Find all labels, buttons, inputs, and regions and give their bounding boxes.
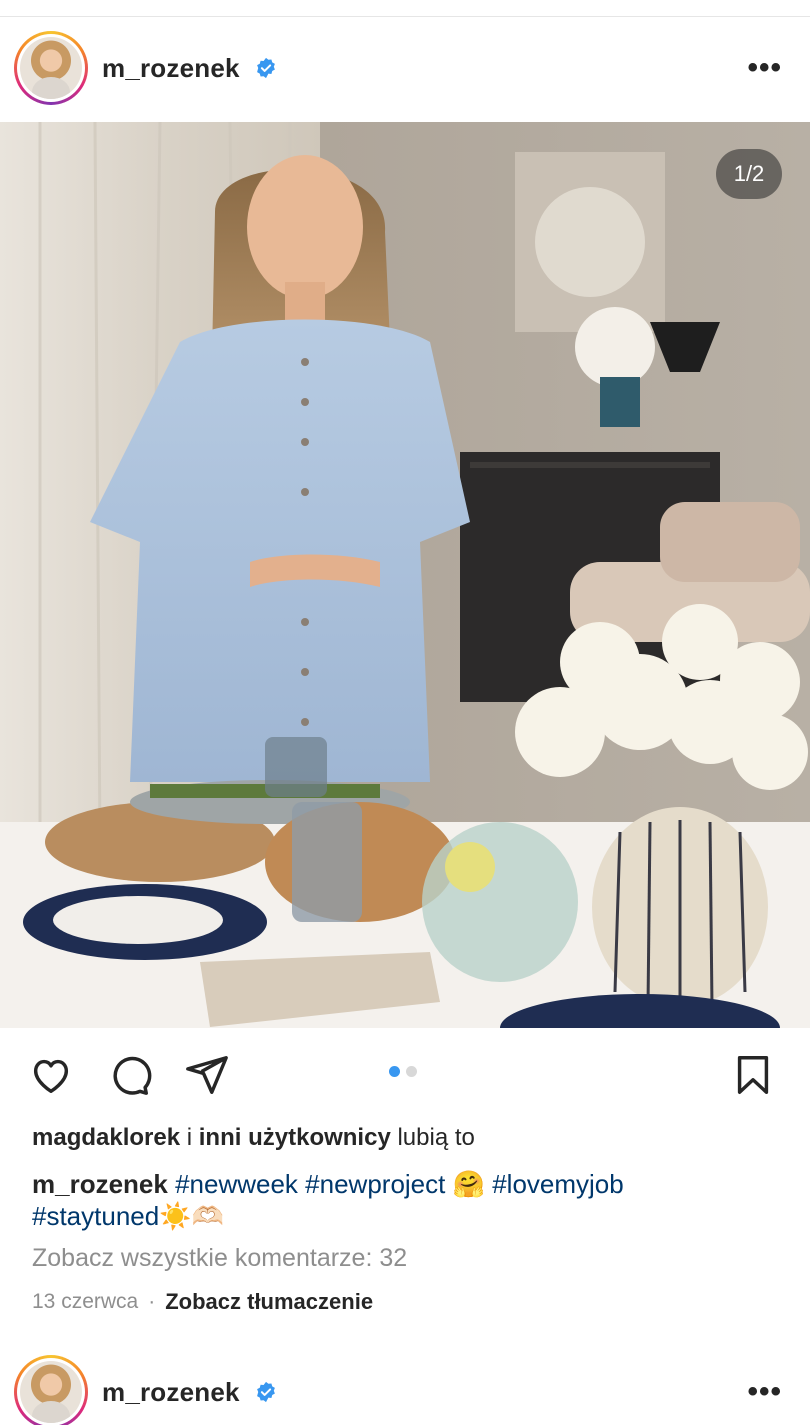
post-username[interactable]: m_rozenek <box>102 1377 240 1408</box>
verified-badge-icon <box>257 1381 275 1403</box>
post-date: 13 czerwca <box>32 1290 139 1313</box>
emoji-hug: 🤗 <box>452 1169 485 1199</box>
likes-others[interactable]: inni użytkownicy <box>199 1124 391 1151</box>
post-meta: 13 czerwca · Zobacz tłumaczenie <box>32 1289 373 1315</box>
bookmark-icon[interactable] <box>730 1052 776 1098</box>
avatar[interactable] <box>14 31 88 105</box>
post-username[interactable]: m_rozenek <box>102 53 240 84</box>
next-post-header: m_rozenek ••• <box>0 1342 810 1425</box>
carousel-dot-active <box>389 1066 400 1077</box>
verified-badge-icon <box>257 57 275 79</box>
emoji-sun: ☀️ <box>159 1201 192 1231</box>
post-image[interactable] <box>0 122 810 1028</box>
carousel-counter: 1/2 <box>716 149 782 199</box>
hashtag[interactable]: #newweek <box>175 1169 298 1199</box>
carousel-dot <box>406 1066 417 1077</box>
carousel-indicator <box>389 1066 417 1077</box>
hashtag[interactable]: #lovemyjob <box>492 1169 624 1199</box>
see-translation-link[interactable]: Zobacz tłumaczenie <box>165 1289 373 1315</box>
share-icon[interactable] <box>184 1052 230 1098</box>
more-options-icon[interactable]: ••• <box>747 53 782 83</box>
view-all-comments-link[interactable]: Zobacz wszystkie komentarze: 32 <box>32 1244 407 1273</box>
post-header: m_rozenek ••• <box>0 18 810 118</box>
hashtag[interactable]: #newproject <box>305 1169 445 1199</box>
hashtag[interactable]: #staytuned <box>32 1201 159 1231</box>
liker-username[interactable]: magdaklorek <box>32 1124 180 1151</box>
avatar[interactable] <box>14 1355 88 1425</box>
likes-suffix: lubią to <box>397 1124 475 1151</box>
likes-connector: i <box>186 1124 193 1151</box>
meta-separator: · <box>148 1290 156 1313</box>
post-caption: m_rozenek #newweek #newproject 🤗 #lovemy… <box>32 1168 772 1232</box>
heart-icon[interactable] <box>28 1052 74 1098</box>
caption-username[interactable]: m_rozenek <box>32 1169 168 1199</box>
more-options-icon[interactable]: ••• <box>747 1377 782 1407</box>
likes-line: magdaklorek i inni użytkownicy lubią to <box>32 1124 475 1152</box>
emoji-heart-hands: 🫶🏻 <box>191 1201 224 1231</box>
comment-icon[interactable] <box>106 1052 152 1098</box>
top-divider <box>0 16 810 17</box>
